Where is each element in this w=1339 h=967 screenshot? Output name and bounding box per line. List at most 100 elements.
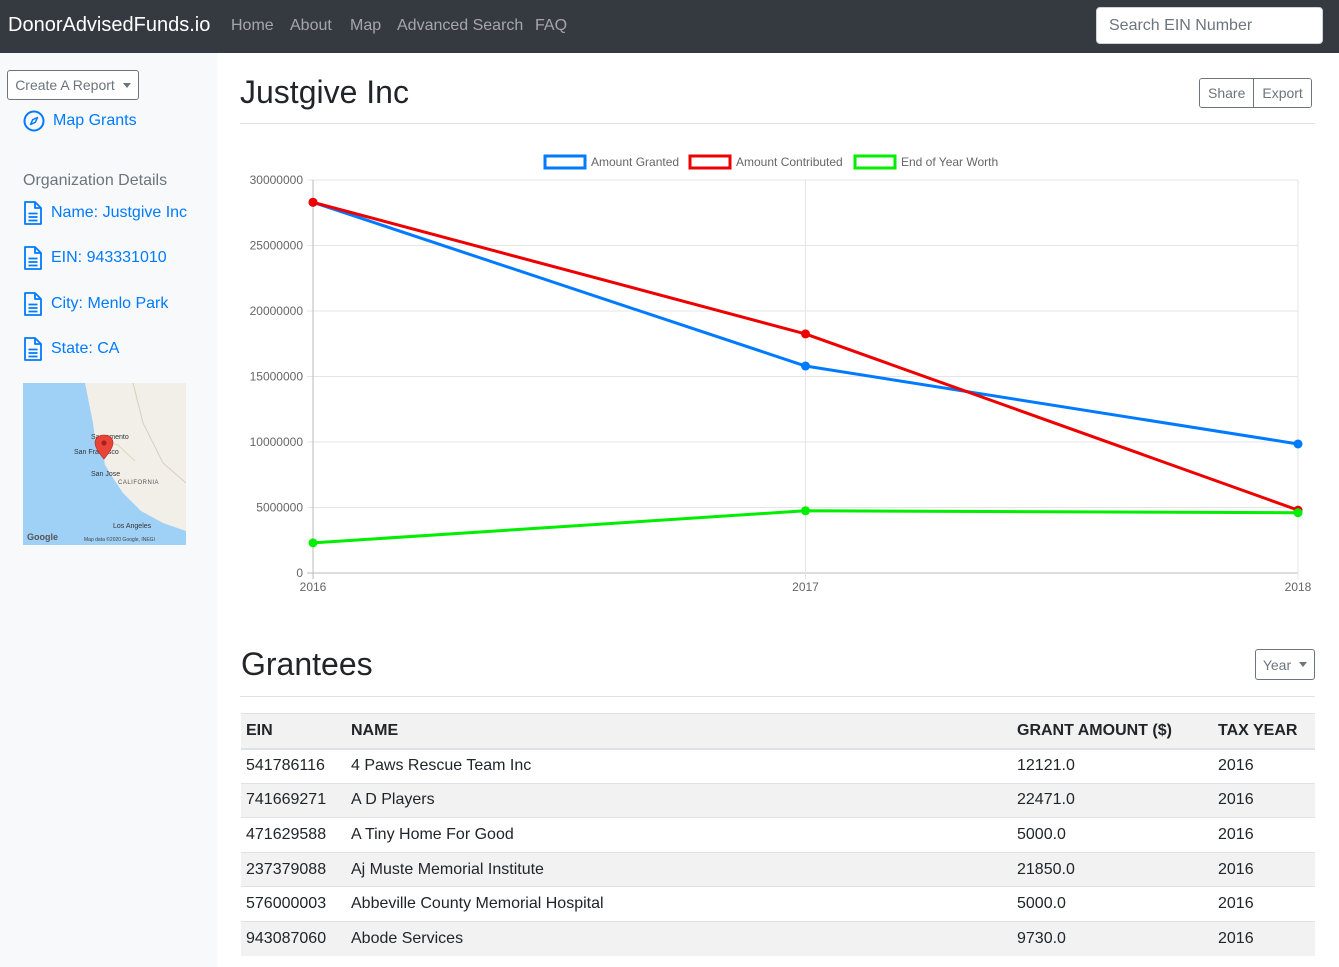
share-export-group: Share Export [1199, 78, 1312, 108]
table-row[interactable]: 237379088 Aj Muste Memorial Institute 21… [241, 851, 1315, 887]
legend-label: Amount Granted [591, 155, 679, 169]
x-tick-label: 2016 [300, 580, 327, 594]
document-icon [24, 246, 42, 270]
table-header-row: EIN NAME GRANT AMOUNT ($) TAX YEAR [241, 713, 1315, 750]
y-tick-label: 20000000 [250, 304, 304, 318]
legend-swatch [543, 154, 587, 170]
map-google-logo: Google [27, 532, 58, 542]
organization-details-heading: Organization Details [23, 172, 168, 189]
caret-down-icon [122, 82, 131, 88]
ein-search-input[interactable] [1096, 7, 1323, 44]
table-row[interactable]: 471629588 A Tiny Home For Good 5000.0 20… [241, 817, 1315, 853]
table-row[interactable]: 943087060 Abode Services 9730.0 2016 [241, 920, 1315, 957]
cell-ein: 576000003 [241, 886, 346, 922]
brand-link[interactable]: DonorAdvisedFunds.io [8, 14, 210, 37]
legend-swatch [853, 154, 897, 170]
detail-city-label: City: Menlo Park [51, 295, 169, 312]
cell-ein: 237379088 [241, 851, 346, 887]
data-point [1293, 508, 1303, 518]
cell-grant-amount: 9730.0 [1012, 920, 1213, 957]
cell-ein: 741669271 [241, 782, 346, 818]
cell-tax-year: 2016 [1213, 748, 1315, 784]
legend-swatch [688, 154, 732, 170]
map-label-los-angeles: Los Angeles [113, 523, 152, 530]
nav-map[interactable]: Map [350, 17, 381, 35]
cell-tax-year: 2016 [1213, 886, 1315, 922]
cell-grant-amount: 21850.0 [1012, 851, 1213, 887]
top-navbar: DonorAdvisedFunds.io Home About Map Adva… [0, 0, 1339, 53]
cell-name: A Tiny Home For Good [346, 817, 1012, 853]
share-button[interactable]: Share [1200, 79, 1254, 107]
cell-grant-amount: 5000.0 [1012, 886, 1213, 922]
data-point [801, 361, 810, 371]
column-header-tax-year[interactable]: TAX YEAR [1213, 713, 1315, 750]
table-row[interactable]: 741669271 A D Players 22471.0 2016 [241, 782, 1315, 818]
detail-state-label: State: CA [51, 340, 120, 357]
legend-label: Amount Contributed [736, 155, 843, 169]
detail-state-link[interactable]: State: CA [23, 337, 119, 361]
cell-tax-year: 2016 [1213, 920, 1315, 957]
nav-advanced-search[interactable]: Advanced Search [397, 17, 523, 35]
location-map[interactable]: Sacramento San Francisco San Jose CALIFO… [23, 383, 186, 545]
grantees-divider [240, 696, 1315, 697]
cell-grant-amount: 12121.0 [1012, 748, 1213, 784]
x-tick-label: 2017 [792, 580, 819, 594]
y-tick-label: 15000000 [250, 370, 304, 384]
nav-about[interactable]: About [290, 17, 332, 35]
cell-name: A D Players [346, 782, 1012, 818]
map-label-san-francisco: San Francisco [74, 449, 119, 456]
cell-tax-year: 2016 [1213, 782, 1315, 818]
column-header-ein[interactable]: EIN [241, 713, 346, 750]
cell-grant-amount: 22471.0 [1012, 782, 1213, 818]
detail-ein-label: EIN: 943331010 [51, 249, 167, 266]
data-point [1293, 439, 1303, 449]
cell-name: Abode Services [346, 920, 1012, 957]
year-dropdown-label: Year [1262, 656, 1292, 673]
y-tick-label: 0 [296, 566, 303, 580]
column-header-name[interactable]: NAME [346, 713, 1012, 750]
cell-ein: 541786116 [241, 748, 346, 784]
header-divider [240, 123, 1315, 124]
cell-tax-year: 2016 [1213, 851, 1315, 887]
map-label-san-jose: San Jose [91, 471, 120, 478]
data-point [308, 538, 318, 548]
table-row[interactable]: 541786116 4 Paws Rescue Team Inc 12121.0… [241, 748, 1315, 784]
financial-line-chart: 0 5000000 10000000 15000000 20000000 25000000… [240, 145, 1315, 605]
detail-name-label: Name: Justgive Inc [51, 204, 188, 221]
cell-tax-year: 2016 [1213, 817, 1315, 853]
x-tick-label: 2018 [1285, 580, 1312, 594]
year-dropdown[interactable]: Year [1255, 649, 1315, 680]
document-icon [24, 292, 42, 316]
cell-name: Aj Muste Memorial Institute [346, 851, 1012, 887]
caret-down-icon [1299, 662, 1308, 667]
y-tick-label: 5000000 [256, 501, 303, 515]
nav-faq[interactable]: FAQ [535, 17, 567, 35]
y-tick-label: 10000000 [250, 435, 304, 449]
y-tick-label: 30000000 [250, 173, 304, 187]
detail-ein-link[interactable]: EIN: 943331010 [23, 246, 167, 270]
create-report-dropdown[interactable]: Create A Report [7, 70, 139, 100]
map-grants-link[interactable]: Map Grants [23, 110, 137, 132]
create-report-label: Create A Report [15, 77, 115, 93]
cell-name: Abbeville County Memorial Hospital [346, 886, 1012, 922]
page-title: Justgive Inc [240, 74, 409, 110]
data-point [801, 506, 810, 516]
document-icon [24, 337, 42, 361]
chart-svg: 0 5000000 10000000 15000000 20000000 25000000… [250, 154, 1312, 594]
document-icon [24, 201, 42, 225]
map-grants-label: Map Grants [53, 112, 137, 129]
data-point [801, 329, 810, 339]
column-header-grant-amount[interactable]: GRANT AMOUNT ($) [1012, 713, 1213, 750]
cell-ein: 943087060 [241, 920, 346, 957]
table-row[interactable]: 576000003 Abbeville County Memorial Hosp… [241, 886, 1315, 922]
cell-ein: 471629588 [241, 817, 346, 853]
nav-home[interactable]: Home [231, 17, 274, 35]
grantees-table: EIN NAME GRANT AMOUNT ($) TAX YEAR 54178… [241, 713, 1315, 957]
compass-icon [23, 110, 45, 132]
export-button[interactable]: Export [1253, 79, 1311, 107]
detail-city-link[interactable]: City: Menlo Park [23, 292, 168, 316]
grantees-title: Grantees [241, 646, 373, 682]
detail-name-link[interactable]: Name: Justgive Inc [23, 201, 187, 225]
map-attribution: Map data ©2020 Google, INEGI [84, 536, 155, 543]
y-tick-label: 25000000 [250, 239, 304, 253]
